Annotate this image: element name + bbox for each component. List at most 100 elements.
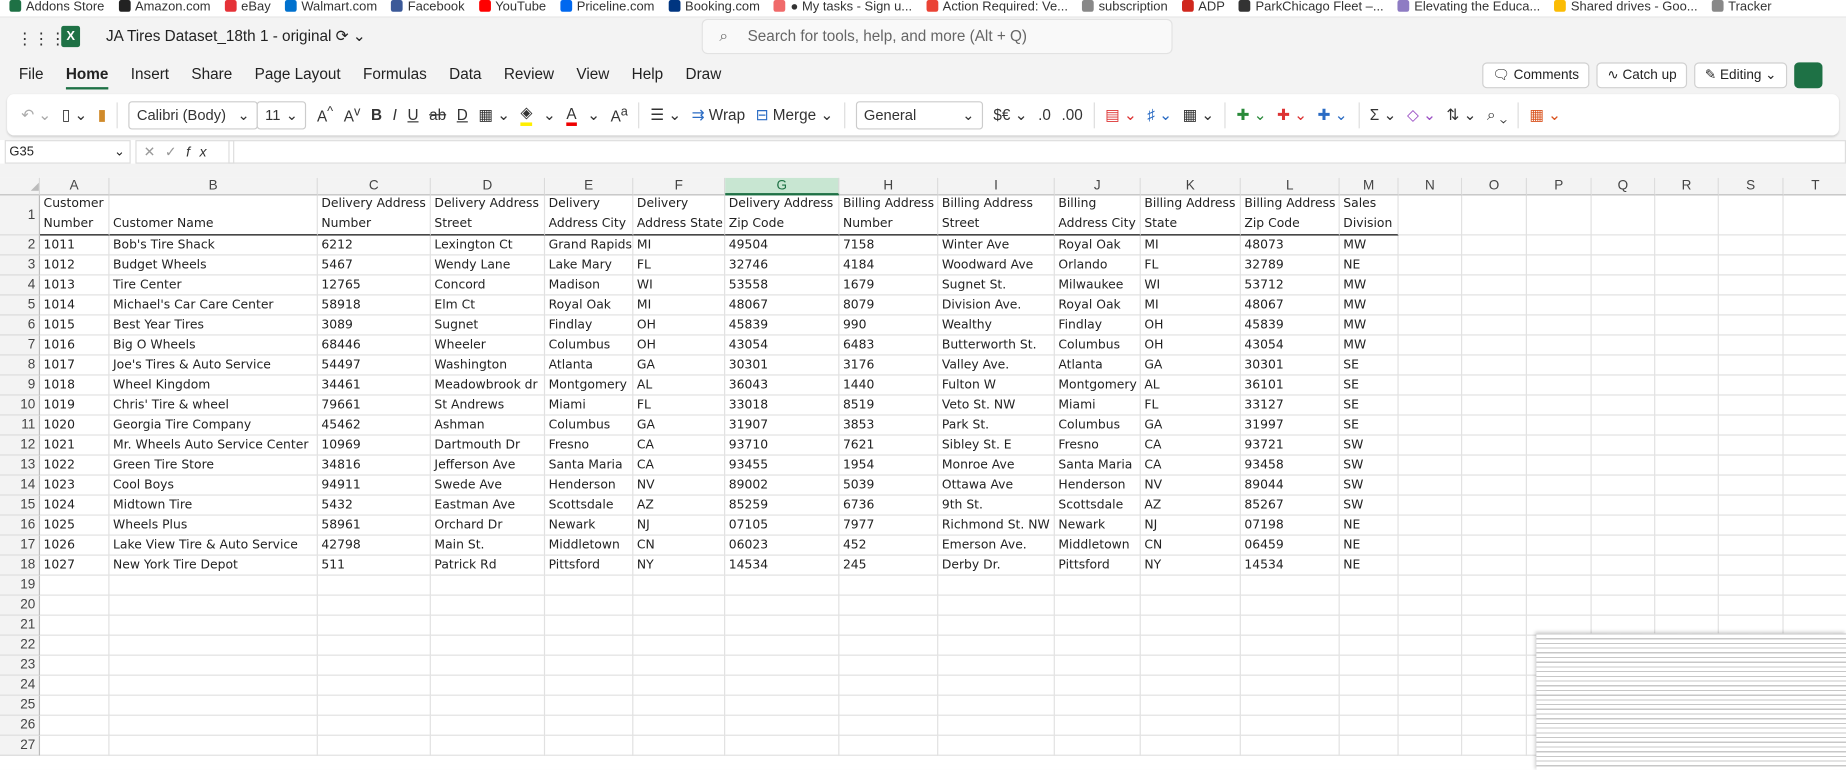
cell[interactable]: 48067 (725, 295, 840, 316)
cell[interactable]: 34461 (317, 375, 431, 396)
strikethrough-icon[interactable]: ab (429, 106, 446, 124)
cell[interactable]: Butterworth St. (938, 335, 1055, 356)
cell[interactable]: 14534 (1240, 555, 1340, 576)
bookmark[interactable]: Tracker (1711, 0, 1772, 16)
cell[interactable]: 1013 (40, 275, 110, 296)
cell[interactable]: 1954 (839, 455, 939, 476)
cell[interactable] (633, 715, 726, 736)
bookmark[interactable]: Elevating the Educa... (1397, 0, 1540, 16)
cell[interactable] (1655, 495, 1719, 516)
cell[interactable] (545, 675, 634, 696)
row-header[interactable]: 4 (0, 275, 41, 296)
cell[interactable] (1526, 295, 1592, 316)
cell[interactable] (1718, 235, 1784, 256)
cell[interactable]: 30301 (725, 355, 840, 376)
cell[interactable]: 1018 (40, 375, 110, 396)
cell[interactable] (1398, 475, 1463, 496)
cell[interactable] (109, 655, 318, 676)
cell[interactable] (1398, 555, 1463, 576)
cell[interactable] (1591, 235, 1656, 256)
cell[interactable]: 85267 (1240, 495, 1340, 516)
cell[interactable] (1655, 395, 1719, 416)
cell[interactable]: 30301 (1240, 355, 1340, 376)
cell[interactable]: MI (1140, 295, 1241, 316)
cell[interactable]: Fulton W (938, 375, 1055, 396)
cell[interactable] (1054, 575, 1141, 596)
cell[interactable] (1054, 675, 1141, 696)
cell[interactable] (1718, 195, 1784, 236)
cell[interactable] (725, 635, 840, 656)
cell[interactable] (1591, 315, 1656, 336)
cell[interactable] (109, 615, 318, 636)
column-header-G[interactable]: G (725, 177, 840, 196)
cell[interactable]: Valley Ave. (938, 355, 1055, 376)
insert-cells-icon[interactable]: ✚ ⌄ (1237, 105, 1267, 124)
cell[interactable]: 07105 (725, 515, 840, 536)
cell[interactable] (1339, 635, 1399, 656)
cell[interactable]: Columbus (1054, 415, 1141, 436)
cell[interactable] (1339, 695, 1399, 716)
cell[interactable] (1526, 395, 1592, 416)
row-header[interactable]: 16 (0, 515, 41, 536)
cell[interactable]: 3176 (839, 355, 939, 376)
cell[interactable]: Eastman Ave (430, 495, 546, 516)
column-header-O[interactable]: O (1462, 177, 1527, 196)
column-header-J[interactable]: J (1054, 177, 1141, 196)
cell[interactable] (1054, 655, 1141, 676)
cell[interactable] (1398, 595, 1463, 616)
cell[interactable]: Park St. (938, 415, 1055, 436)
row-header[interactable]: 13 (0, 455, 41, 476)
cell[interactable] (1655, 595, 1719, 616)
cell[interactable] (1462, 735, 1527, 756)
cell[interactable] (1054, 615, 1141, 636)
cell[interactable] (839, 735, 939, 756)
cell[interactable]: 58961 (317, 515, 431, 536)
column-header-L[interactable]: L (1240, 177, 1340, 196)
cell[interactable] (1140, 635, 1241, 656)
cell[interactable]: OH (1140, 315, 1241, 336)
cell[interactable] (1462, 295, 1527, 316)
cell[interactable]: MI (1140, 235, 1241, 256)
cell[interactable] (1718, 475, 1784, 496)
cell[interactable]: Elm Ct (430, 295, 546, 316)
cell[interactable] (1783, 416, 1846, 436)
cell[interactable]: Best Year Tires (109, 315, 318, 336)
cell[interactable] (317, 675, 431, 696)
cell[interactable] (1591, 395, 1656, 416)
cell[interactable]: 33127 (1240, 395, 1340, 416)
cell[interactable] (1591, 195, 1656, 236)
cell[interactable] (1718, 255, 1784, 276)
cell[interactable] (1398, 715, 1463, 736)
cell[interactable]: 31907 (725, 415, 840, 436)
bookmark[interactable]: Amazon.com (118, 0, 211, 16)
cell[interactable]: 1020 (40, 415, 110, 436)
column-header-R[interactable]: R (1655, 177, 1719, 196)
cell[interactable]: 3089 (317, 315, 431, 336)
document-title[interactable]: JA Tires Dataset_18th 1 - original ⟳ ⌄ (106, 27, 366, 46)
cell[interactable] (1526, 315, 1592, 336)
column-header-F[interactable]: F (633, 177, 726, 196)
cell[interactable]: 990 (839, 315, 939, 336)
cell[interactable] (1783, 596, 1846, 616)
cell[interactable] (1398, 535, 1463, 556)
tab-share[interactable]: Share (191, 65, 232, 90)
cell[interactable] (1526, 555, 1592, 576)
font-color-icon[interactable]: A (566, 104, 577, 126)
cell[interactable] (317, 715, 431, 736)
row-header[interactable]: 19 (0, 575, 41, 596)
cell[interactable] (545, 655, 634, 676)
header-cell[interactable]: Billing Address Zip Code (1240, 195, 1340, 236)
cell[interactable] (1140, 575, 1241, 596)
cell[interactable] (1240, 735, 1340, 756)
cell[interactable]: 36101 (1240, 375, 1340, 396)
cell[interactable]: NV (1140, 475, 1241, 496)
cell[interactable]: Sugnet (430, 315, 546, 336)
bookmark[interactable]: eBay (224, 0, 271, 16)
cell[interactable]: Royal Oak (1054, 235, 1141, 256)
cell[interactable]: CA (633, 455, 726, 476)
cell[interactable] (1462, 515, 1527, 536)
find-icon[interactable]: ⌕ ⌄ (1487, 105, 1507, 124)
header-cell[interactable]: Delivery Address Street (430, 195, 546, 236)
cell[interactable] (1339, 735, 1399, 756)
cell[interactable] (1339, 615, 1399, 636)
